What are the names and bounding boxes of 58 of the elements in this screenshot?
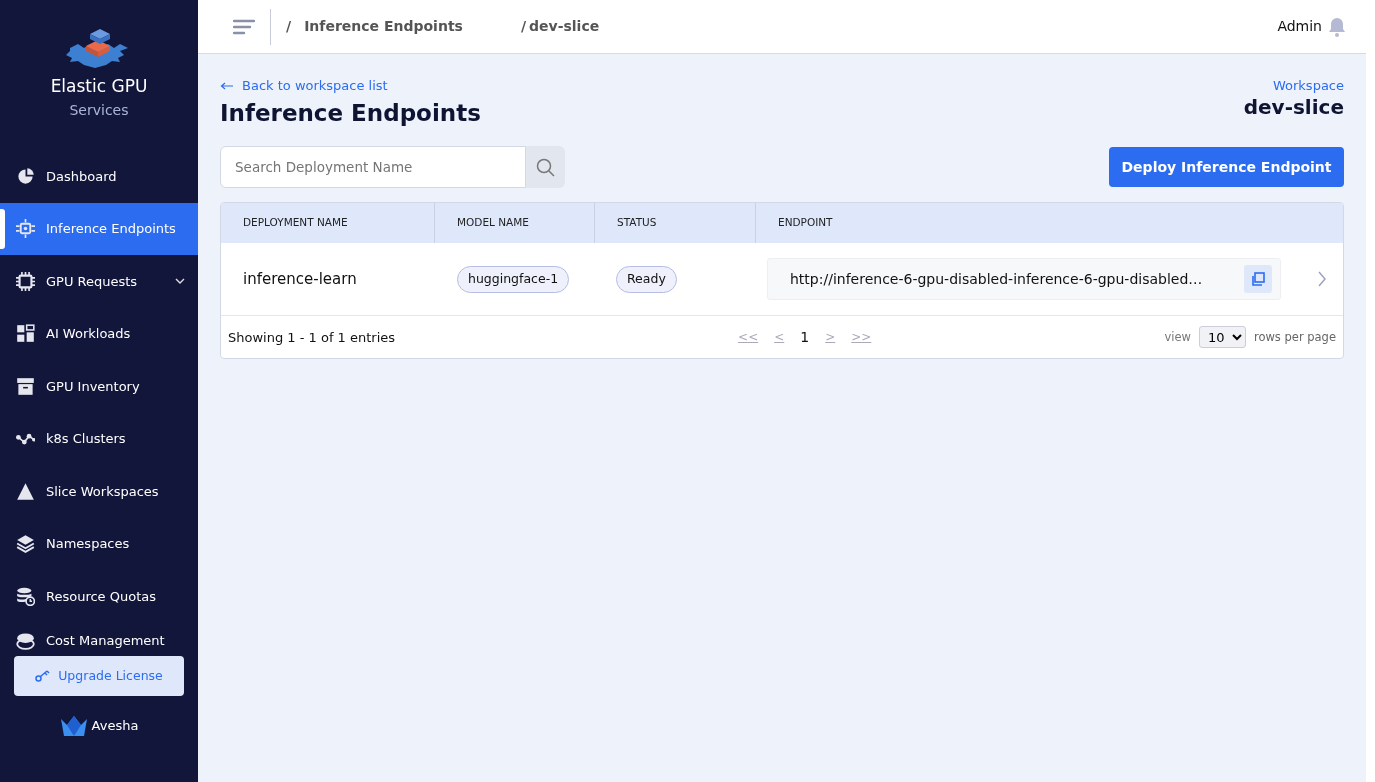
page-title: Inference Endpoints — [220, 98, 481, 128]
pie-chart-icon — [16, 166, 35, 186]
upgrade-license-button[interactable]: Upgrade License — [14, 656, 184, 696]
rows-per-page-label: rows per page — [1253, 328, 1336, 346]
breadcrumb-link[interactable]: dev-slice — [529, 16, 600, 37]
chip-icon — [16, 271, 35, 291]
database-clock-icon — [16, 586, 35, 606]
sidebar-item[interactable]: AI Workloads — [0, 307, 198, 360]
sidebar-item[interactable]: GPU Inventory — [0, 360, 198, 413]
layers-icon — [16, 534, 35, 554]
triangle-icon — [16, 481, 35, 501]
column-header: ENDPOINT — [756, 203, 1343, 244]
avesha-logo-text: Avesha — [91, 717, 139, 736]
deploy-button[interactable]: Deploy Inference Endpoint — [1109, 147, 1344, 188]
table-cell-text: inference-learn — [243, 269, 357, 290]
column-header: MODEL NAME — [435, 203, 595, 244]
workspace-name: dev-slice — [1243, 95, 1344, 118]
column-header: STATUS — [595, 203, 756, 244]
sidebar-item[interactable]: GPU Requests — [0, 255, 198, 308]
back-link[interactable]: Back to workspace list — [220, 76, 388, 96]
chevron-right-icon[interactable] — [1317, 271, 1327, 288]
breadcrumb-separator: / — [520, 17, 527, 36]
user-name[interactable]: Admin — [1277, 16, 1322, 37]
chip-icon — [16, 219, 35, 239]
breadcrumb-separator: / — [286, 17, 292, 36]
bell-icon[interactable] — [1328, 16, 1346, 37]
breadcrumb-link[interactable]: Inference Endpoints — [304, 16, 463, 37]
endpoint-url: http://inference-6-gpu-disabled-inference-6-gpu-disabled… — [790, 269, 1203, 289]
column-header: DEPLOYMENT NAME — [221, 203, 435, 244]
key-icon — [35, 670, 51, 682]
sidebar-item[interactable]: Namespaces — [0, 517, 198, 570]
coins-icon — [16, 631, 35, 650]
sidebar-item[interactable]: k8s Clusters — [0, 412, 198, 465]
arrow-left-icon — [220, 82, 234, 90]
sidebar-item[interactable]: Dashboard — [0, 150, 198, 203]
sidebar-item[interactable]: Cost Management — [0, 622, 198, 659]
view-label: view — [1164, 328, 1191, 346]
status-tag: Ready — [616, 265, 677, 293]
search-field[interactable]: Search Deployment Name — [220, 146, 526, 189]
menu-icon[interactable] — [233, 18, 255, 35]
page-number[interactable]: 1 — [800, 326, 810, 348]
archive-icon — [16, 376, 35, 396]
model-tag: huggingface-1 — [457, 265, 570, 293]
search-icon — [536, 157, 555, 177]
endpoint-field[interactable]: http://inference-6-gpu-disabled-inference-6-gpu-disabled… — [767, 258, 1281, 301]
sidebar-item[interactable]: Resource Quotas — [0, 570, 198, 623]
copy-button[interactable] — [1244, 265, 1272, 294]
sidebar-item[interactable]: Inference Endpoints — [0, 202, 198, 255]
brand-title: Elastic GPU — [50, 75, 148, 98]
crown-logo-icon — [59, 716, 88, 736]
grid-icon — [16, 324, 35, 344]
entries-summary: Showing 1 - 1 of 1 entries — [228, 328, 396, 347]
copy-icon — [1251, 272, 1265, 287]
brand-subtitle: Services — [69, 100, 129, 120]
sidebar-item[interactable]: Slice Workspaces — [0, 465, 198, 518]
rows-per-page-select[interactable]: 10 — [1198, 326, 1246, 349]
search-button[interactable] — [526, 146, 565, 189]
workspace-label: Workspace — [1271, 77, 1344, 95]
